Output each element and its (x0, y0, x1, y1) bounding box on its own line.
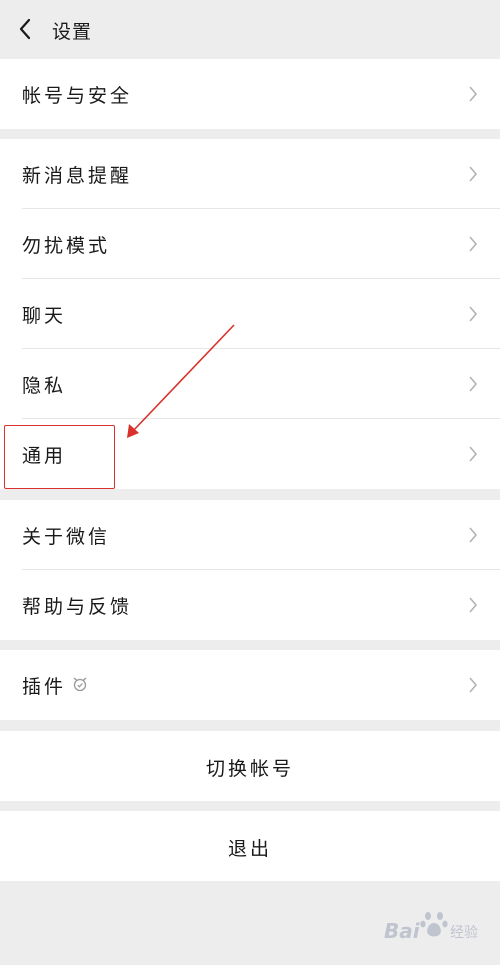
chevron-right-icon (469, 677, 478, 693)
settings-item-label: 新消息提醒 (22, 165, 133, 187)
settings-item-about-wechat[interactable]: 关于微信 (0, 500, 500, 570)
chevron-right-icon (469, 597, 478, 613)
chevron-right-icon (469, 306, 478, 322)
settings-item-chat[interactable]: 聊天 (0, 279, 500, 349)
back-button[interactable] (10, 14, 40, 44)
settings-item-label: 勿扰模式 (22, 235, 111, 257)
chevron-right-icon (469, 166, 478, 182)
chevron-left-icon (19, 18, 31, 40)
logout-group: 退出 (0, 811, 500, 881)
settings-item-label: 聊天 (22, 305, 67, 327)
page-title: 设置 (52, 21, 93, 43)
baidu-watermark: Bai 经验 (380, 908, 490, 948)
plugin-badge-icon (73, 677, 87, 692)
chevron-right-icon (469, 527, 478, 543)
logout-label: 退出 (227, 838, 272, 860)
settings-group-plugins: 插件 (0, 650, 500, 720)
settings-item-help-feedback[interactable]: 帮助与反馈 (0, 570, 500, 640)
settings-item-plugins[interactable]: 插件 (0, 650, 500, 720)
switch-account-label: 切换帐号 (205, 758, 294, 780)
settings-item-do-not-disturb[interactable]: 勿扰模式 (0, 209, 500, 279)
settings-item-notifications[interactable]: 新消息提醒 (0, 139, 500, 209)
chevron-right-icon (469, 376, 478, 392)
settings-group-general: 新消息提醒 勿扰模式 聊天 隐私 通用 (0, 139, 500, 489)
chevron-right-icon (469, 86, 478, 102)
settings-item-label: 插件 (22, 676, 67, 698)
settings-item-label: 帮助与反馈 (22, 596, 133, 618)
switch-account-button[interactable]: 切换帐号 (0, 731, 500, 801)
watermark-brand: Bai (384, 919, 420, 943)
settings-item-label: 通用 (22, 445, 67, 467)
settings-item-label: 关于微信 (22, 526, 111, 548)
logout-button[interactable]: 退出 (0, 811, 500, 881)
paw-logo-icon (420, 912, 448, 937)
chevron-right-icon (469, 236, 478, 252)
chevron-right-icon (469, 446, 478, 462)
switch-account-group: 切换帐号 (0, 731, 500, 801)
settings-item-general[interactable]: 通用 (0, 419, 500, 489)
settings-item-privacy[interactable]: 隐私 (0, 349, 500, 419)
settings-item-label: 隐私 (22, 375, 67, 397)
settings-item-label: 帐号与安全 (22, 85, 133, 107)
settings-group-about: 关于微信 帮助与反馈 (0, 500, 500, 640)
settings-group-account: 帐号与安全 (0, 59, 500, 129)
nav-header: 设置 (0, 0, 500, 58)
watermark-sub: 经验 (450, 925, 478, 941)
settings-item-account-security[interactable]: 帐号与安全 (0, 59, 500, 129)
